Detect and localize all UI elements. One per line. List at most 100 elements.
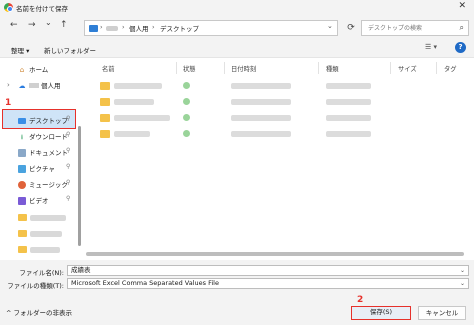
folder-icon	[100, 98, 110, 106]
chevron-down-icon[interactable]: ⌄	[460, 279, 465, 288]
up-icon[interactable]: ↑	[60, 20, 68, 30]
breadcrumb-desktop[interactable]: デスクトップ	[160, 23, 199, 33]
folder-icon	[18, 230, 27, 237]
blurred-folder-name[interactable]	[30, 215, 66, 221]
view-options-button[interactable]: ☰ ▾	[425, 43, 437, 51]
sync-status-icon	[183, 130, 190, 137]
blurred-folder-name[interactable]	[30, 247, 60, 253]
filename-input[interactable]: 成績表 ⌄	[67, 265, 469, 276]
organize-button[interactable]: 整理 ▾	[11, 45, 29, 55]
desktop-icon	[18, 118, 26, 124]
column-header-name[interactable]: 名前	[102, 64, 115, 73]
blurred-cell	[326, 131, 371, 137]
sync-status-icon	[183, 82, 190, 89]
column-divider[interactable]	[176, 62, 177, 74]
filetype-select[interactable]: Microsoft Excel Comma Separated Values F…	[67, 278, 469, 289]
sidebar-item-music[interactable]: ミュージック	[18, 179, 68, 189]
pin-icon: ⚲	[66, 163, 71, 170]
navigation-pane: ⌂ ホーム › ☁ 個人用	[0, 58, 84, 258]
breadcrumb-separator: ›	[152, 23, 155, 31]
sidebar-item-label: デスクトップ	[29, 117, 68, 125]
hide-folders-button[interactable]: ^ フォルダーの非表示	[6, 307, 72, 317]
sidebar-item-label: ピクチャ	[29, 165, 55, 173]
pin-icon: ⚲	[66, 131, 71, 138]
music-icon	[18, 181, 26, 189]
search-input[interactable]: デスクトップの検索 ⌕	[361, 20, 469, 36]
sidebar-item-documents[interactable]: ドキュメント	[18, 147, 68, 157]
close-icon[interactable]: ✕	[458, 1, 466, 11]
command-bar: 整理 ▾ 新しいフォルダー ☰ ▾ ?	[0, 38, 474, 58]
blurred-folder-name[interactable]	[30, 231, 62, 237]
blurred-cell	[114, 131, 150, 137]
videos-icon	[18, 197, 26, 205]
column-header-status[interactable]: 状態	[183, 64, 196, 73]
folder-icon	[100, 114, 110, 122]
blurred-account	[29, 83, 39, 88]
home-icon: ⌂	[19, 66, 25, 74]
forward-icon[interactable]: →	[28, 20, 36, 30]
help-icon[interactable]: ?	[455, 42, 466, 53]
chevron-right-icon[interactable]: ›	[7, 81, 10, 89]
column-header-size[interactable]: サイズ	[398, 64, 417, 73]
save-options-panel: ファイル名(N): 成績表 ⌄ ファイルの種類(T): Microsoft Ex…	[0, 260, 474, 325]
sidebar-item-videos[interactable]: ビデオ	[18, 195, 49, 205]
column-divider[interactable]	[436, 62, 437, 74]
pc-icon	[89, 25, 98, 32]
window-title: 名前を付けて保存	[16, 5, 68, 13]
blurred-cell	[231, 131, 291, 137]
sidebar-item-pictures[interactable]: ピクチャ	[18, 163, 55, 173]
new-folder-button[interactable]: 新しいフォルダー	[44, 45, 96, 55]
back-icon[interactable]: ←	[10, 20, 18, 30]
sidebar-item-label: ホーム	[29, 66, 49, 74]
sidebar-item-label: ミュージック	[29, 181, 68, 189]
address-field[interactable]: › › 個人用 › デスクトップ ⌄	[84, 20, 338, 36]
step-number-2: 2	[357, 295, 364, 305]
sidebar-item-downloads[interactable]: ⭳ ダウンロード	[18, 131, 68, 141]
column-header-type[interactable]: 種類	[326, 64, 339, 73]
blurred-cell	[326, 83, 371, 89]
folder-icon	[18, 246, 27, 253]
title-bar: 名前を付けて保存 ✕	[0, 0, 474, 16]
pictures-icon	[18, 165, 26, 173]
blurred-cell	[231, 83, 291, 89]
step-number-1: 1	[5, 98, 12, 108]
chevron-down-icon[interactable]: ⌄	[460, 266, 465, 275]
sidebar-item-desktop[interactable]: デスクトップ	[18, 115, 68, 125]
sidebar-item-label: ダウンロード	[29, 133, 68, 141]
folder-icon	[100, 130, 110, 138]
blurred-user-name	[106, 26, 118, 31]
pin-icon: ⚲	[66, 179, 71, 186]
chevron-down-icon[interactable]: ⌄	[45, 18, 52, 27]
sync-status-icon	[183, 114, 190, 121]
save-button[interactable]: 保存(S)	[351, 306, 411, 320]
pin-icon: ⚲	[66, 115, 71, 122]
chevron-down-icon[interactable]: ⌄	[327, 22, 333, 30]
column-header-date[interactable]: 日付時刻	[231, 64, 256, 73]
sidebar-item-label: 個人用	[41, 82, 61, 90]
breadcrumb-personal[interactable]: 個人用	[129, 23, 149, 33]
column-header-tag[interactable]: タグ	[444, 64, 457, 73]
folder-icon	[18, 214, 27, 221]
blurred-cell	[231, 115, 291, 121]
search-icon: ⌕	[459, 23, 464, 32]
sidebar-item-label: ドキュメント	[29, 149, 68, 157]
sidebar-item-home[interactable]: ⌂ ホーム	[18, 64, 49, 74]
sidebar-item-personal[interactable]: ☁ 個人用	[18, 80, 61, 90]
cancel-button[interactable]: キャンセル	[418, 306, 466, 320]
filetype-value: Microsoft Excel Comma Separated Values F…	[71, 279, 219, 287]
refresh-icon[interactable]: ⟳	[344, 20, 358, 36]
column-divider[interactable]	[318, 62, 319, 74]
sidebar-item-label: ビデオ	[29, 197, 49, 205]
filename-label: ファイル名(N):	[19, 269, 64, 277]
pin-icon: ⚲	[66, 195, 71, 202]
column-divider[interactable]	[224, 62, 225, 74]
blurred-cell	[114, 83, 162, 89]
column-divider[interactable]	[390, 62, 391, 74]
cloud-icon: ☁	[18, 82, 26, 90]
horizontal-scrollbar[interactable]	[86, 252, 464, 256]
filename-value: 成績表	[71, 266, 91, 274]
pin-icon: ⚲	[66, 147, 71, 154]
download-icon: ⭳	[20, 133, 24, 141]
documents-icon	[18, 149, 26, 157]
sidebar-scrollbar[interactable]	[78, 126, 81, 246]
